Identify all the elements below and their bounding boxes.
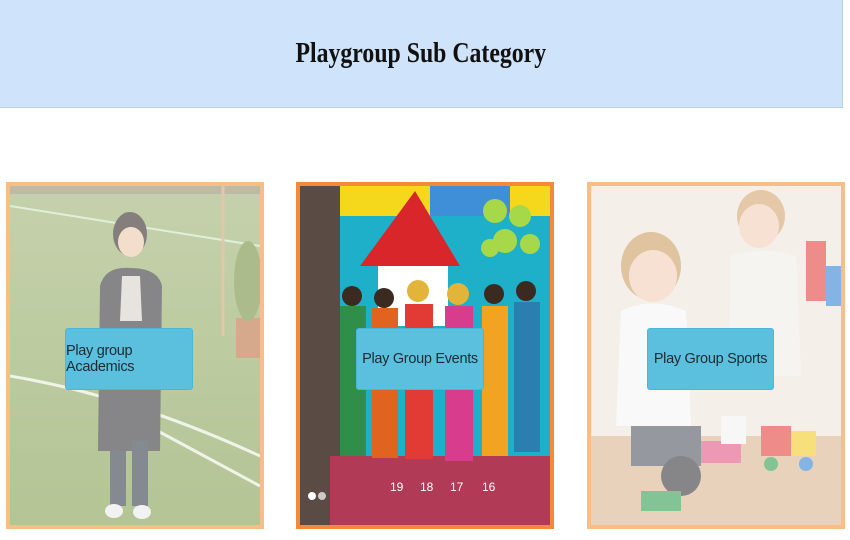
sports-button[interactable]: Play Group Sports	[647, 328, 774, 390]
svg-text:19: 19	[390, 480, 404, 494]
page-title: Playgroup Sub Category	[295, 37, 547, 69]
events-button[interactable]: Play Group Events	[356, 328, 484, 390]
svg-text:16: 16	[482, 480, 496, 494]
svg-text:17: 17	[450, 480, 464, 494]
card-academics[interactable]: Play group Academics	[6, 182, 264, 529]
card-events[interactable]: 19 18 17 16 Play Group Events	[296, 182, 554, 529]
card-sports[interactable]: Play Group Sports	[587, 182, 845, 529]
page-header: Playgroup Sub Category	[0, 0, 843, 108]
academics-button[interactable]: Play group Academics	[65, 328, 193, 390]
svg-text:18: 18	[420, 480, 434, 494]
